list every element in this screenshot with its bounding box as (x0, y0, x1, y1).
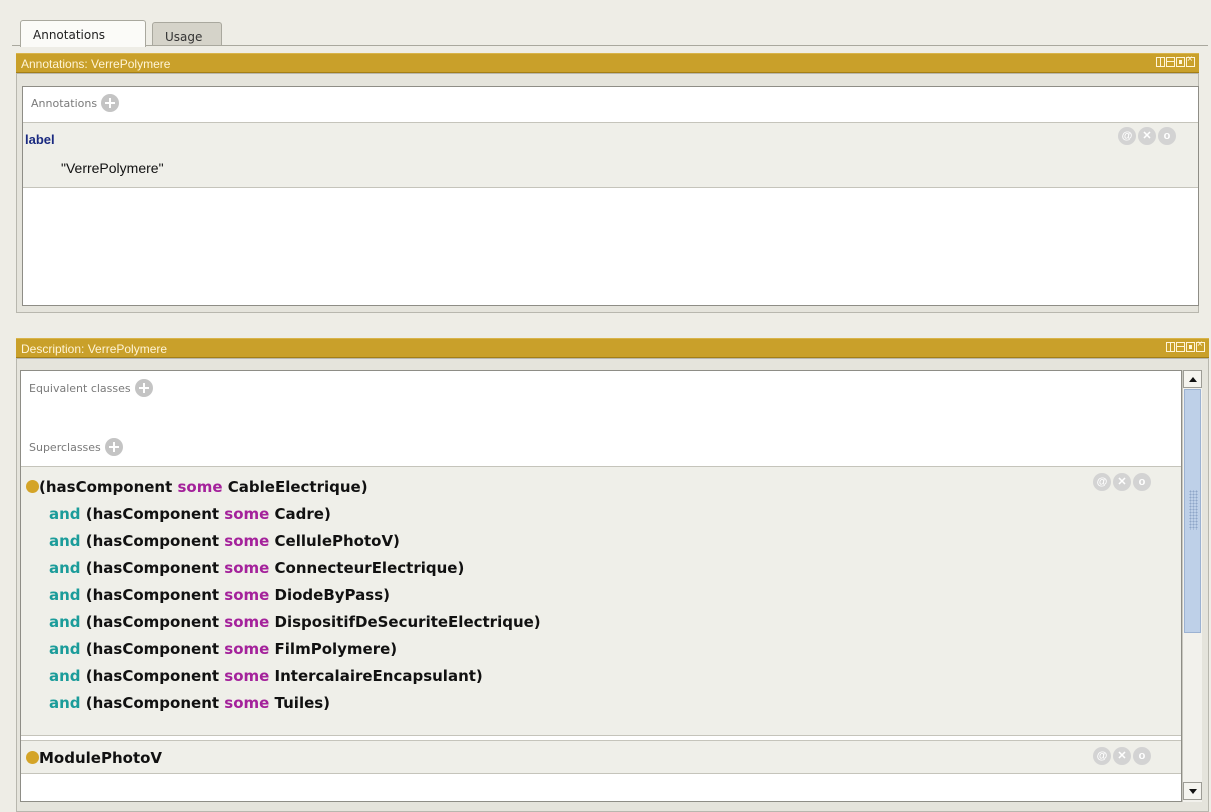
grip-icon (1189, 490, 1198, 530)
superclass-entry-named[interactable]: ModulePhotoV @ ✕ o (21, 740, 1181, 774)
superclass-name: ModulePhotoV (39, 749, 163, 767)
delete-icon[interactable]: ✕ (1138, 127, 1156, 145)
split-horizontal-icon[interactable] (1176, 342, 1185, 352)
annotations-section-label: Annotations (31, 96, 98, 110)
tab-usage[interactable]: Usage (152, 22, 222, 46)
superclass-entry-expression[interactable]: @ ✕ o (hasComponent some CableElectrique… (21, 466, 1181, 736)
description-scrollbar[interactable] (1182, 370, 1202, 802)
expression-line: and (hasComponent some DispositifDeSecur… (49, 613, 541, 631)
class-bullet-icon (26, 480, 39, 493)
expression-line: and (hasComponent some Cadre) (49, 505, 331, 523)
float-icon[interactable] (1176, 57, 1185, 67)
scroll-thumb[interactable] (1184, 389, 1201, 633)
superclass-named-line: ModulePhotoV (26, 749, 162, 767)
expression-line: and (hasComponent some IntercalaireEncap… (49, 667, 483, 685)
superclasses-label: Superclasses (29, 440, 101, 454)
arrow-down-icon (1189, 789, 1197, 794)
annotation-entry[interactable]: label "VerrePolymere" @ ✕ o (23, 122, 1198, 188)
add-annotation-icon[interactable] (101, 94, 120, 112)
edit-icon[interactable]: o (1158, 127, 1176, 145)
tab-bar: Annotations Usage (12, 20, 1208, 47)
tab-divider (12, 45, 1208, 46)
annotation-value: "VerrePolymere" (61, 160, 164, 176)
annotate-icon[interactable]: @ (1093, 747, 1111, 765)
delete-icon[interactable]: ✕ (1113, 747, 1131, 765)
delete-icon[interactable]: ✕ (1113, 473, 1131, 491)
arrow-up-icon (1189, 377, 1197, 382)
add-superclass-icon[interactable] (104, 438, 123, 456)
edit-icon[interactable]: o (1133, 473, 1151, 491)
tab-annotations[interactable]: Annotations (20, 20, 146, 47)
annotation-entry-actions: @ ✕ o (1118, 127, 1176, 145)
superclass-entry-actions: @ ✕ o (1093, 473, 1151, 491)
split-horizontal-icon[interactable] (1166, 57, 1175, 67)
equivalent-classes-header: Equivalent classes (29, 379, 153, 397)
annotations-panel-header: Annotations: VerrePolymere (16, 53, 1199, 73)
close-view-icon[interactable] (1186, 54, 1195, 67)
split-vertical-icon[interactable] (1156, 57, 1165, 67)
description-panel-title: Description: VerrePolymere (21, 342, 168, 356)
expression-line: and (hasComponent some DiodeByPass) (49, 586, 390, 604)
superclass-named-actions: @ ✕ o (1093, 747, 1151, 765)
expression-line: and (hasComponent some Tuiles) (49, 694, 331, 712)
class-bullet-icon (26, 751, 39, 764)
split-vertical-icon[interactable] (1166, 342, 1175, 352)
annotations-section-header: Annotations (31, 94, 120, 112)
annotation-property: label (25, 132, 55, 147)
expression-line: and (hasComponent some CellulePhotoV) (49, 532, 400, 550)
description-window-controls (1166, 339, 1205, 352)
expression-line: and (hasComponent some ConnecteurElectri… (49, 559, 465, 577)
annotations-window-controls (1156, 54, 1195, 67)
description-panel-body: Equivalent classes Superclasses @ ✕ o (h… (20, 370, 1182, 802)
superclasses-header: Superclasses (29, 438, 123, 456)
scroll-down-button[interactable] (1183, 782, 1202, 800)
edit-icon[interactable]: o (1133, 747, 1151, 765)
expression-line: and (hasComponent some FilmPolymere) (49, 640, 398, 658)
equivalent-classes-label: Equivalent classes (29, 381, 131, 395)
scroll-up-button[interactable] (1183, 370, 1202, 388)
annotate-icon[interactable]: @ (1093, 473, 1111, 491)
expression-line: (hasComponent some CableElectrique) (26, 478, 368, 496)
close-view-icon[interactable] (1196, 339, 1205, 352)
annotations-panel-body: Annotations label "VerrePolymere" @ ✕ o (22, 86, 1199, 306)
annotate-icon[interactable]: @ (1118, 127, 1136, 145)
add-equivalent-class-icon[interactable] (134, 379, 153, 397)
float-icon[interactable] (1186, 342, 1195, 352)
description-panel-header: Description: VerrePolymere (16, 338, 1209, 358)
annotations-panel-title: Annotations: VerrePolymere (21, 57, 171, 71)
